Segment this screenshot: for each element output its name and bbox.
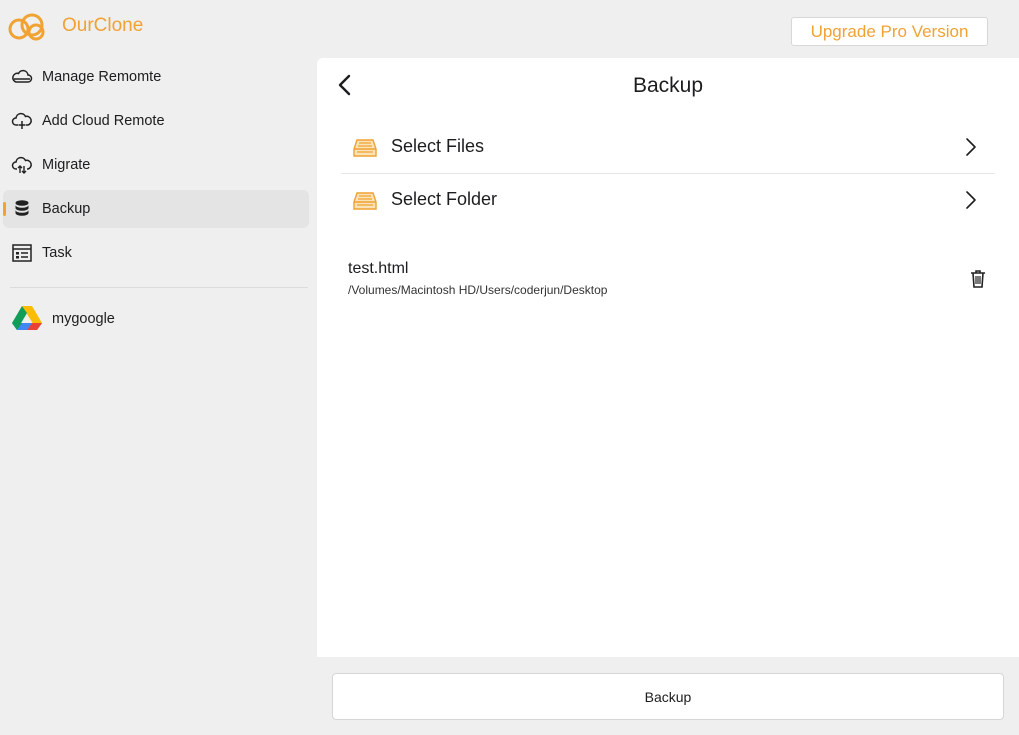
active-indicator — [3, 202, 6, 216]
backup-button[interactable]: Backup — [332, 673, 1004, 720]
file-list-item: test.html /Volumes/Macintosh HD/Users/co… — [348, 258, 998, 303]
option-label: Select Folder — [391, 189, 498, 209]
upgrade-pro-button[interactable]: Upgrade Pro Version — [791, 17, 988, 46]
sidebar-item-manage-remote[interactable]: Manage Remomte — [3, 58, 309, 96]
chevron-right-icon — [965, 190, 977, 210]
ourclone-logo-icon — [8, 12, 46, 42]
page-title: Backup — [632, 74, 704, 97]
cloud-add-icon — [11, 111, 33, 131]
select-folder-row[interactable]: Select Folder — [341, 174, 995, 227]
sidebar-item-label: Task — [42, 245, 72, 261]
sidebar-item-task[interactable]: Task — [3, 234, 309, 272]
sidebar-remote-label: mygoogle — [52, 311, 115, 327]
sidebar-remote-mygoogle[interactable]: mygoogle — [3, 300, 309, 338]
sidebar-item-migrate[interactable]: Migrate — [3, 146, 309, 184]
sidebar-item-label: Backup — [42, 201, 91, 217]
bottom-bar: Backup — [317, 657, 1019, 735]
cloud-sync-icon — [11, 155, 33, 175]
drive-icon — [353, 191, 377, 211]
select-files-row[interactable]: Select Files — [341, 121, 995, 174]
sidebar-item-label: Add Cloud Remote — [42, 113, 165, 129]
task-list-icon — [11, 243, 33, 263]
file-name: test.html — [348, 260, 409, 277]
sidebar-item-add-cloud-remote[interactable]: Add Cloud Remote — [3, 102, 309, 140]
app-title: OurClone — [62, 15, 144, 36]
cloud-icon — [11, 67, 33, 87]
sidebar-item-backup[interactable]: Backup — [3, 190, 309, 228]
option-label: Select Files — [391, 136, 485, 156]
google-drive-icon — [12, 304, 42, 331]
drive-icon — [353, 138, 377, 158]
database-icon — [11, 199, 33, 219]
sidebar-item-label: Migrate — [42, 157, 91, 173]
sidebar-item-label: Manage Remomte — [42, 69, 162, 85]
sidebar-divider — [10, 287, 308, 288]
file-path: /Volumes/Macintosh HD/Users/coderjun/Des… — [348, 283, 608, 297]
chevron-right-icon — [965, 137, 977, 157]
trash-icon[interactable] — [970, 269, 986, 288]
main-panel: Backup Select Files Select Folder test.h… — [317, 58, 1019, 657]
